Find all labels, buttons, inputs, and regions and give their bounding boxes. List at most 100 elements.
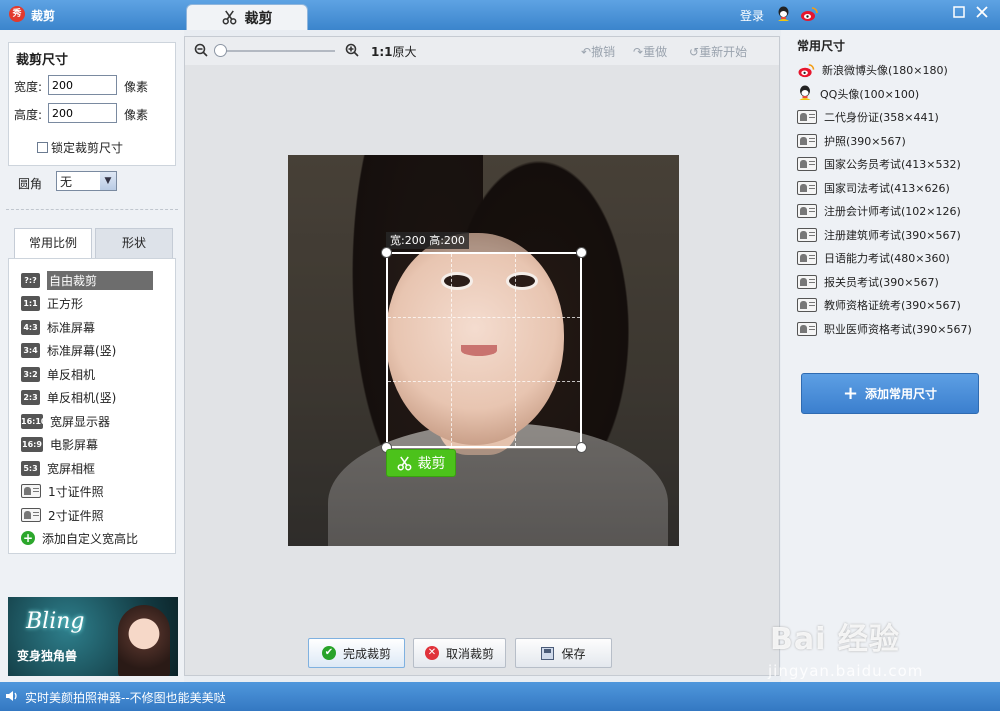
editor-area: 1:1原大 ↶撤销 ↷重做 ↺重新开始 宽:200 高:200 裁剪 ✔ 完成裁… — [184, 36, 780, 676]
preset-item[interactable]: 二代身份证(358×441) — [797, 108, 939, 126]
corner-label: 圆角 — [18, 177, 43, 191]
restart-label: 重新开始 — [699, 45, 748, 59]
crop-grid-line — [388, 317, 580, 318]
ratio-item-4-3[interactable]: 4:3 标准屏幕 — [21, 317, 95, 337]
preset-item[interactable]: 报关员考试(390×567) — [797, 273, 939, 291]
preset-item[interactable]: 新浪微博头像(180×180) — [797, 61, 948, 79]
ratio-item-3-2[interactable]: 3:2 单反相机 — [21, 364, 95, 384]
width-label: 宽度: — [14, 80, 43, 94]
preset-label: 国家公务员考试(413×532) — [824, 158, 961, 171]
zoom-toolbar: 1:1原大 ↶撤销 ↷重做 ↺重新开始 — [185, 37, 779, 65]
preset-item[interactable]: 护照(390×567) — [797, 132, 906, 150]
ratio-item-2-inch-photo[interactable]: 2寸证件照 — [21, 505, 104, 525]
status-message[interactable]: 实时美颜拍照神器--不修图也能美美哒 — [25, 689, 226, 706]
baidu-watermark: Bai 经验 jingyan.baidu.com — [760, 604, 960, 684]
preset-label: 注册会计师考试(102×126) — [824, 205, 961, 218]
zoom-out-icon[interactable] — [194, 43, 208, 57]
ratio-badge-icon: 3:2 — [21, 366, 40, 382]
preset-label: 护照(390×567) — [824, 134, 906, 148]
crop-mask — [582, 252, 679, 449]
corner-select[interactable]: 无 ▼ — [56, 171, 117, 191]
maximize-icon[interactable] — [952, 6, 966, 20]
preset-item[interactable]: 职业医师资格考试(390×567) — [797, 320, 972, 338]
ratio-label: 标准屏幕 — [47, 320, 96, 335]
login-link[interactable]: 登录 — [740, 7, 764, 24]
preset-item[interactable]: 教师资格证统考(390×567) — [797, 296, 961, 314]
preset-label: 教师资格证统考(390×567) — [824, 299, 961, 312]
restart-button[interactable]: ↺重新开始 — [689, 43, 747, 60]
weibo-icon[interactable] — [800, 6, 818, 22]
crop-size-tag: 宽:200 高:200 — [386, 232, 469, 249]
preset-item[interactable]: QQ头像(100×100) — [797, 85, 919, 103]
cancel-crop-label: 取消裁剪 — [445, 646, 494, 661]
ratio-item-5-3[interactable]: 5:3 宽屏相框 — [21, 458, 95, 478]
ratio-item-16-9[interactable]: 16:9 电影屏幕 — [21, 434, 98, 454]
crop-handle-bottom-right[interactable] — [576, 442, 587, 453]
plus-icon: + — [842, 382, 859, 404]
ratio-item-16-10[interactable]: 16:10 宽屏显示器 — [21, 411, 110, 431]
ratio-badge-icon: 2:3 — [21, 389, 40, 405]
promo-banner[interactable]: Bling 变身独角兽 — [8, 597, 178, 676]
save-button[interactable]: 保存 — [515, 638, 612, 668]
zoom-slider-handle[interactable] — [214, 44, 227, 57]
ratio-badge-icon: 1:1 — [21, 295, 40, 311]
height-input[interactable] — [48, 103, 117, 123]
actual-size-button[interactable]: 1:1原大 — [371, 43, 417, 60]
redo-button[interactable]: ↷重做 — [633, 43, 667, 60]
app-logo-icon: 秀 — [9, 6, 25, 22]
zoom-in-icon[interactable] — [345, 43, 359, 57]
qq-icon[interactable] — [776, 6, 791, 23]
preset-item[interactable]: 国家司法考试(413×626) — [797, 179, 950, 197]
zoom-ratio-value: 1:1 — [371, 45, 393, 59]
status-bar: 实时美颜拍照神器--不修图也能美美哒 — [0, 682, 1000, 711]
crop-handle-top-left[interactable] — [381, 247, 392, 258]
ratio-item-1-inch-photo[interactable]: 1寸证件照 — [21, 481, 104, 501]
save-icon — [541, 646, 555, 660]
weibo-icon — [797, 63, 815, 78]
tab-shape[interactable]: 形状 — [95, 228, 173, 258]
crop-apply-button[interactable]: 裁剪 — [386, 449, 456, 477]
common-sizes-title: 常用尺寸 — [797, 39, 846, 53]
finish-crop-button[interactable]: ✔ 完成裁剪 — [308, 638, 405, 668]
title-bar: 秀 裁剪 裁剪 登录 — [0, 0, 1000, 30]
tab-common-ratio[interactable]: 常用比例 — [14, 228, 92, 258]
chevron-down-icon: ▼ — [100, 172, 116, 190]
add-custom-ratio-button[interactable]: + 添加自定义宽高比 — [21, 528, 138, 548]
ratio-label: 电影屏幕 — [50, 437, 99, 452]
preset-label: 新浪微博头像(180×180) — [822, 64, 948, 77]
cancel-crop-button[interactable]: ✕ 取消裁剪 — [413, 638, 506, 668]
ratio-badge-icon: 3:4 — [21, 342, 40, 358]
banner-portrait — [118, 605, 170, 676]
ratio-item-3-4[interactable]: 3:4 标准屏幕(竖) — [21, 340, 116, 360]
preset-item[interactable]: 注册建筑师考试(390×567) — [797, 226, 961, 244]
preset-label: QQ头像(100×100) — [820, 87, 920, 101]
crop-handle-top-right[interactable] — [576, 247, 587, 258]
app-title: 裁剪 — [31, 9, 56, 23]
preset-item[interactable]: 国家公务员考试(413×532) — [797, 155, 961, 173]
crop-mask — [288, 155, 679, 252]
id-photo-icon — [797, 251, 817, 265]
tab-crop[interactable]: 裁剪 — [186, 4, 308, 30]
lock-size-checkbox[interactable]: 锁定裁剪尺寸 — [37, 139, 123, 156]
preset-item[interactable]: 日语能力考试(480×360) — [797, 249, 950, 267]
ratio-item-free[interactable]: ?:? 自由裁剪 — [21, 270, 153, 290]
ratio-item-1-1[interactable]: 1:1 正方形 — [21, 293, 83, 313]
close-icon[interactable] — [975, 6, 989, 20]
ratio-item-2-3[interactable]: 2:3 单反相机(竖) — [21, 387, 116, 407]
watermark-logo-text: Bai 经验 — [770, 622, 900, 657]
undo-button[interactable]: ↶撤销 — [581, 43, 615, 60]
width-input[interactable] — [48, 75, 117, 95]
ratio-badge-icon: 16:10 — [21, 413, 46, 429]
id-photo-icon — [797, 157, 817, 171]
banner-script-text: Bling — [26, 609, 85, 634]
qq-icon — [797, 85, 813, 102]
preset-label: 职业医师资格考试(390×567) — [824, 322, 972, 336]
crop-size-title: 裁剪尺寸 — [16, 53, 69, 68]
preset-label: 二代身份证(358×441) — [824, 111, 939, 124]
preset-label: 注册建筑师考试(390×567) — [824, 228, 961, 242]
crop-frame[interactable] — [381, 247, 587, 453]
add-common-size-label: 添加常用尺寸 — [865, 387, 938, 401]
preset-item[interactable]: 注册会计师考试(102×126) — [797, 202, 961, 220]
zoom-slider-track[interactable] — [215, 50, 335, 52]
add-common-size-button[interactable]: + 添加常用尺寸 — [801, 373, 979, 414]
